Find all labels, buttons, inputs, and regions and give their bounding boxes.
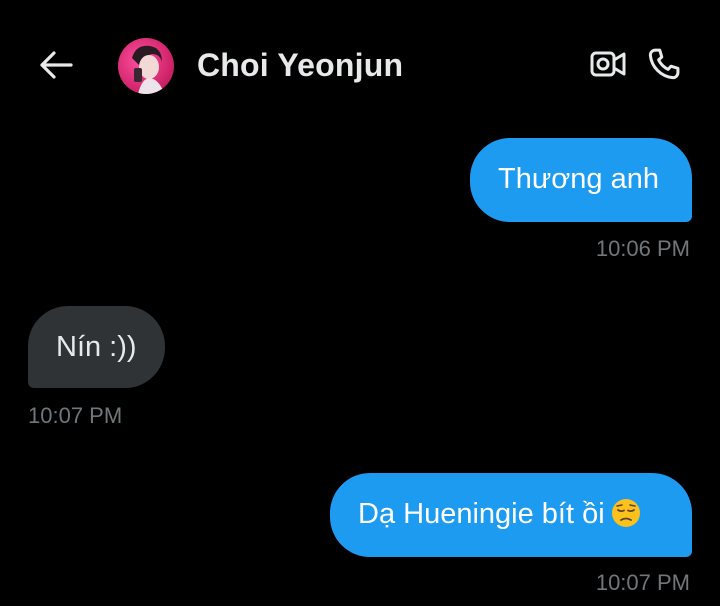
message-bubble-outgoing[interactable]: Thương anh [470, 138, 692, 222]
message-timestamp: 10:07 PM [28, 403, 123, 428]
back-button[interactable] [36, 46, 76, 84]
contact-name[interactable]: Choi Yeonjun [197, 47, 403, 84]
message-timestamp: 10:06 PM [595, 236, 690, 261]
phone-call-button[interactable] [642, 42, 686, 86]
video-camera-icon [590, 51, 626, 77]
conversation-header: Choi Yeonjun [0, 0, 720, 130]
message-text: Thương anh [498, 163, 659, 195]
message-text: Dạ Hueningie bít ồi [358, 498, 605, 530]
arrow-left-icon [40, 51, 73, 79]
avatar-image [118, 38, 174, 94]
avatar[interactable] [118, 38, 174, 94]
message-timestamp: 10:07 PM [595, 570, 690, 595]
pensive-face-icon [611, 498, 641, 536]
message-bubble-outgoing[interactable]: Dạ Hueningie bít ồi [330, 473, 692, 557]
video-call-button[interactable] [586, 44, 630, 84]
phone-icon [648, 48, 680, 80]
message-text: Nín :)) [56, 331, 137, 363]
message-bubble-incoming[interactable]: Nín :)) [28, 306, 165, 388]
